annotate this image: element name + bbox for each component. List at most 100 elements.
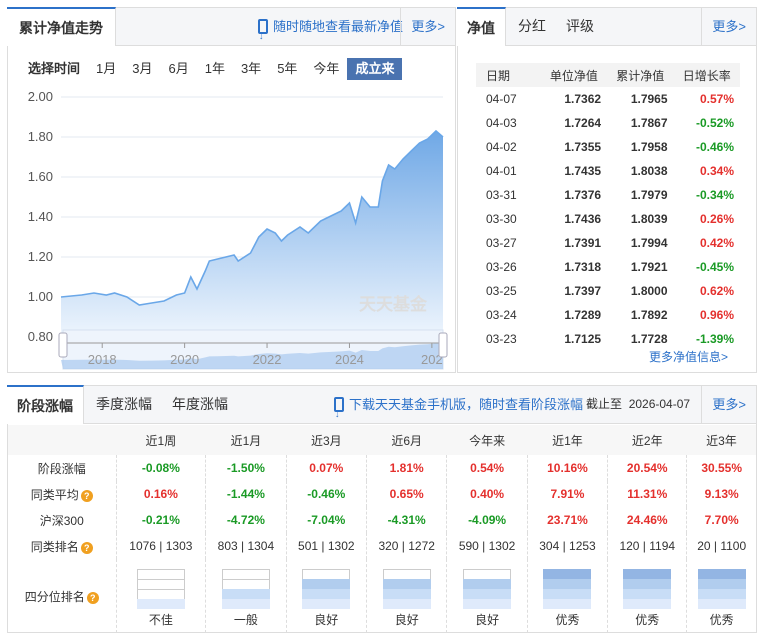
rank-value: 1076 | 1303 bbox=[115, 533, 206, 559]
quartile-label: 不佳 bbox=[148, 612, 173, 627]
performance-row: 同类平均? 0.16% -1.44% -0.46% 0.65% 0.40% 7.91% 11.… bbox=[8, 481, 756, 507]
return-value: 11.31% bbox=[607, 481, 687, 507]
row-label-text: 阶段涨幅 bbox=[37, 461, 86, 476]
cum-nav: 1.8000 bbox=[630, 284, 668, 298]
row-label: 四分位排名? bbox=[8, 559, 116, 633]
period-3m[interactable]: 3月 bbox=[124, 58, 160, 80]
quartile-label: 良好 bbox=[475, 612, 500, 627]
quartile-bar bbox=[697, 568, 746, 609]
nav-row: 03-31 1.7376 1.7979 -0.34% bbox=[476, 183, 740, 207]
quartile-cell: 一般 bbox=[205, 559, 287, 633]
date: 03-27 bbox=[486, 236, 517, 250]
x-tick-label: 2018 bbox=[88, 352, 117, 367]
col-header: 近3年 bbox=[686, 425, 756, 455]
more-link[interactable]: 更多> bbox=[701, 8, 756, 45]
period-5y[interactable]: 5年 bbox=[269, 58, 305, 80]
promo-text: 下载天天基金手机版，随时查看阶段涨幅 bbox=[349, 397, 584, 412]
quartile-label: 良好 bbox=[314, 612, 339, 627]
promo-text: 随时随地查看最新净值 bbox=[273, 19, 404, 34]
date: 04-03 bbox=[486, 116, 517, 130]
period-ytd[interactable]: 今年 bbox=[305, 58, 347, 80]
quartile-bar bbox=[382, 568, 431, 609]
app-promo-link[interactable]: 下载天天基金手机版，随时查看阶段涨幅 bbox=[334, 386, 584, 433]
return-value: -4.31% bbox=[365, 507, 447, 533]
period-1m[interactable]: 1月 bbox=[88, 58, 124, 80]
col-header: 近3月 bbox=[286, 425, 367, 455]
row-label: 阶段涨幅 bbox=[8, 455, 116, 481]
daily-change: -0.45% bbox=[695, 260, 734, 274]
help-icon[interactable]: ? bbox=[80, 489, 93, 502]
col-header: 近1周 bbox=[116, 425, 206, 455]
help-icon[interactable]: ? bbox=[80, 541, 93, 554]
col-header: 近2年 bbox=[607, 425, 687, 455]
zoom-preview bbox=[61, 343, 443, 369]
period-since-inception[interactable]: 成立来 bbox=[347, 58, 403, 80]
tab-rating[interactable]: 评级 bbox=[556, 7, 604, 46]
more-link[interactable]: 更多> bbox=[701, 386, 756, 423]
return-value: 0.40% bbox=[446, 481, 528, 507]
return-value: -7.04% bbox=[285, 507, 367, 533]
return-value: -1.44% bbox=[205, 481, 287, 507]
rank-row: 同类排名? 1076 | 1303 803 | 1304 501 | 1302 320 … bbox=[8, 533, 756, 559]
nav-row: 04-03 1.7264 1.7867 -0.52% bbox=[476, 111, 740, 135]
return-value: 0.16% bbox=[115, 481, 206, 507]
zoom-handle[interactable] bbox=[58, 332, 68, 358]
quartile-cell: 良好 bbox=[285, 559, 367, 633]
quartile-cell: 良好 bbox=[365, 559, 447, 633]
return-value: 30.55% bbox=[686, 455, 756, 481]
more-link[interactable]: 更多> bbox=[400, 8, 455, 45]
app-promo-link[interactable]: 随时随地查看最新净值 bbox=[258, 8, 404, 55]
return-value: 1.81% bbox=[365, 455, 447, 481]
help-icon[interactable]: ? bbox=[86, 591, 99, 604]
tab-dividend[interactable]: 分红 bbox=[508, 7, 556, 46]
nav-row: 03-26 1.7318 1.7921 -0.45% bbox=[476, 255, 740, 279]
quartile-label: 优秀 bbox=[709, 612, 734, 627]
daily-change: -0.46% bbox=[695, 140, 734, 154]
tab-annual-return[interactable]: 年度涨幅 bbox=[162, 385, 238, 424]
rank-value: 320 | 1272 bbox=[365, 533, 447, 559]
period-3y[interactable]: 3年 bbox=[233, 58, 269, 80]
return-value: -1.50% bbox=[205, 455, 287, 481]
panel-header: 净值 分红 评级 更多> bbox=[457, 7, 756, 46]
y-tick-label: 1.00 bbox=[28, 289, 53, 304]
nav-row: 04-07 1.7362 1.7965 0.57% bbox=[476, 87, 740, 111]
unit-nav: 1.7355 bbox=[564, 140, 602, 154]
tab-nav[interactable]: 净值 bbox=[457, 7, 506, 46]
panel-header: 累计净值走势 随时随地查看最新净值 更多> bbox=[7, 7, 455, 55]
period-1y[interactable]: 1年 bbox=[197, 58, 233, 80]
x-tick-label: 2020 bbox=[170, 352, 199, 367]
unit-nav: 1.7435 bbox=[564, 164, 602, 178]
x-tick-label: 2022 bbox=[253, 352, 282, 367]
tab-quarterly-return[interactable]: 季度涨幅 bbox=[86, 385, 162, 424]
period-6m[interactable]: 6月 bbox=[160, 58, 196, 80]
date: 04-01 bbox=[486, 164, 517, 178]
return-value: -4.72% bbox=[205, 507, 287, 533]
y-tick-label: 1.40 bbox=[28, 209, 53, 224]
tab-period-return[interactable]: 阶段涨幅 bbox=[7, 385, 84, 424]
performance-row: 沪深300 -0.21% -4.72% -7.04% -4.31% -4.09% 23.71… bbox=[8, 507, 756, 533]
nav-history-panel: 净值 分红 评级 更多> 日期 单位净值 累计净值 日增长率 04-07 1.73… bbox=[457, 7, 757, 373]
unit-nav: 1.7289 bbox=[564, 308, 602, 322]
daily-change: 0.62% bbox=[699, 284, 734, 298]
col-header: 近1月 bbox=[205, 425, 287, 455]
return-value: 23.71% bbox=[526, 507, 608, 533]
y-tick-label: 1.60 bbox=[28, 169, 53, 184]
rank-value: 590 | 1302 bbox=[446, 533, 528, 559]
quartile-bar bbox=[302, 568, 351, 609]
period-label: 选择时间 bbox=[28, 61, 81, 76]
nav-trend-panel: 累计净值走势 随时随地查看最新净值 更多> 选择时间 1月 3月 6月 1年 3… bbox=[7, 7, 456, 373]
zoom-handle[interactable] bbox=[438, 332, 448, 358]
quartile-cell: 优秀 bbox=[607, 559, 687, 633]
rank-value: 120 | 1194 bbox=[607, 533, 687, 559]
return-value: 24.46% bbox=[607, 507, 687, 533]
as-of-date: 截止至 2026-04-07 bbox=[586, 386, 690, 423]
rank-value: 304 | 1253 bbox=[526, 533, 608, 559]
cum-nav: 1.8039 bbox=[630, 212, 668, 226]
quartile-label: 良好 bbox=[394, 612, 419, 627]
return-value: -0.21% bbox=[115, 507, 206, 533]
tab-cumulative-nav[interactable]: 累计净值走势 bbox=[7, 7, 116, 46]
cum-nav: 1.7965 bbox=[630, 92, 668, 106]
more-nav-link[interactable]: 更多净值信息> bbox=[649, 348, 728, 365]
x-tick-label: 202 bbox=[421, 352, 443, 367]
quartile-cell: 优秀 bbox=[526, 559, 608, 633]
